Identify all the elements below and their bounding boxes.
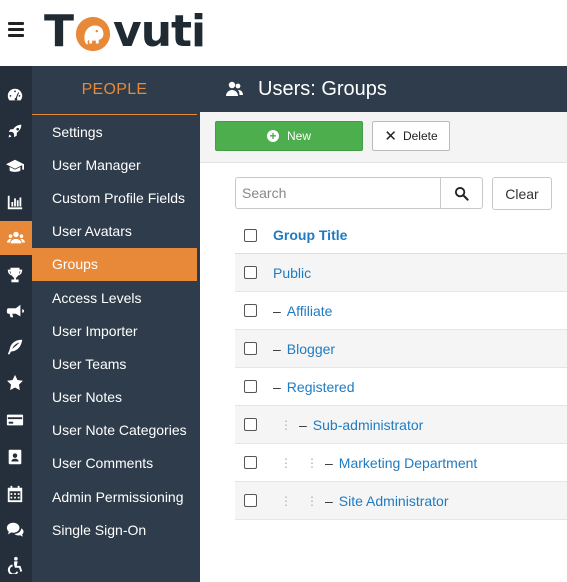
hamburger-menu-icon[interactable] [8, 22, 24, 38]
row-checkbox[interactable] [244, 494, 257, 507]
table-row: – Blogger [235, 330, 567, 368]
top-bar: T vuti [0, 0, 567, 66]
group-title-link[interactable]: Blogger [287, 341, 335, 357]
submenu-item-access-levels[interactable]: Access Levels [32, 281, 197, 314]
indent-dots-icon: ⋮ [280, 493, 292, 508]
users-icon [226, 81, 243, 96]
clear-button[interactable]: Clear [492, 177, 552, 210]
table-row: ⋮ – Sub-administrator [235, 406, 567, 444]
close-icon: ✕ [384, 128, 397, 145]
group-title-link[interactable]: Registered [287, 379, 355, 395]
submenu-item-custom-profile-fields[interactable]: Custom Profile Fields [32, 181, 197, 214]
group-title-link[interactable]: Public [273, 265, 311, 281]
group-title-link[interactable]: Affiliate [287, 303, 333, 319]
users-icon[interactable] [0, 221, 32, 255]
feather-icon[interactable] [4, 336, 26, 358]
elephant-logo-icon [75, 16, 111, 52]
chat-icon[interactable] [4, 519, 26, 541]
submenu-item-user-note-categories[interactable]: User Note Categories [32, 414, 197, 447]
accessibility-icon[interactable] [4, 554, 26, 576]
search-button[interactable] [440, 177, 483, 209]
row-checkbox[interactable] [244, 380, 257, 393]
indent-dash: – [273, 302, 281, 319]
submenu-item-user-manager[interactable]: User Manager [32, 148, 197, 181]
table-row: ⋮ ⋮ – Marketing Department [235, 444, 567, 482]
indent-dash: – [325, 492, 333, 509]
table-row: – Affiliate [235, 292, 567, 330]
calendar-icon[interactable] [4, 483, 26, 505]
megaphone-icon[interactable] [4, 300, 26, 322]
group-title-column-header[interactable]: Group Title [273, 227, 347, 243]
tovuti-logo[interactable]: T vuti [44, 6, 206, 57]
groups-table: Group Title Public – Affiliate – Blogger – Reg… [235, 217, 567, 520]
people-submenu: PEOPLE Settings User Manager Custom Profil… [32, 66, 200, 582]
icon-rail [0, 66, 32, 582]
new-button[interactable]: + New [215, 121, 363, 151]
rocket-icon[interactable] [4, 120, 26, 142]
table-row: – Registered [235, 368, 567, 406]
submenu-item-admin-permissioning[interactable]: Admin Permissioning [32, 480, 197, 513]
submenu-item-user-comments[interactable]: User Comments [32, 447, 197, 480]
indent-dash: – [273, 378, 281, 395]
credit-card-icon[interactable] [4, 409, 26, 431]
submenu-list: Settings User Manager Custom Profile Field… [32, 115, 200, 546]
indent-dots-icon: ⋮ [306, 455, 318, 470]
group-title-link[interactable]: Site Administrator [339, 493, 449, 509]
row-checkbox[interactable] [244, 342, 257, 355]
search-icon [454, 186, 469, 201]
table-header-row: Group Title [235, 217, 567, 254]
submenu-item-settings[interactable]: Settings [32, 115, 197, 148]
indent-dash: – [273, 340, 281, 357]
table-row: ⋮ ⋮ – Site Administrator [235, 482, 567, 520]
toolbar: + New ✕ Delete [200, 112, 567, 163]
row-checkbox[interactable] [244, 418, 257, 431]
page-title: Users: Groups [258, 77, 387, 100]
table-body: Public – Affiliate – Blogger – Registered ⋮ – Sub… [235, 254, 567, 520]
indent-dash: – [325, 454, 333, 471]
dashboard-icon[interactable] [4, 84, 26, 106]
plus-circle-icon: + [266, 130, 279, 142]
submenu-item-user-avatars[interactable]: User Avatars [32, 215, 197, 248]
select-all-checkbox[interactable] [244, 228, 257, 242]
submenu-item-single-sign-on[interactable]: Single Sign-On [32, 513, 197, 546]
bar-chart-icon[interactable] [4, 191, 26, 213]
group-title-link[interactable]: Sub-administrator [313, 417, 424, 433]
submenu-item-user-importer[interactable]: User Importer [32, 314, 197, 347]
indent-dash: – [299, 416, 307, 433]
submenu-item-user-teams[interactable]: User Teams [32, 347, 197, 380]
search-input[interactable] [235, 177, 444, 209]
indent-dots-icon: ⋮ [306, 493, 318, 508]
row-checkbox[interactable] [244, 304, 257, 317]
graduation-cap-icon[interactable] [4, 155, 26, 177]
page-header: Users: Groups [200, 66, 567, 112]
submenu-item-user-notes[interactable]: User Notes [32, 381, 197, 414]
indent-dots-icon: ⋮ [280, 455, 292, 470]
trophy-icon[interactable] [4, 264, 26, 286]
delete-button[interactable]: ✕ Delete [372, 121, 450, 151]
row-checkbox[interactable] [244, 266, 257, 279]
indent-dots-icon: ⋮ [280, 417, 292, 432]
row-checkbox[interactable] [244, 456, 257, 469]
table-row: Public [235, 254, 567, 292]
submenu-title: PEOPLE [32, 66, 197, 115]
submenu-item-groups[interactable]: Groups [32, 247, 197, 281]
id-badge-icon[interactable] [4, 446, 26, 468]
group-title-link[interactable]: Marketing Department [339, 455, 478, 471]
star-icon[interactable] [4, 372, 26, 394]
